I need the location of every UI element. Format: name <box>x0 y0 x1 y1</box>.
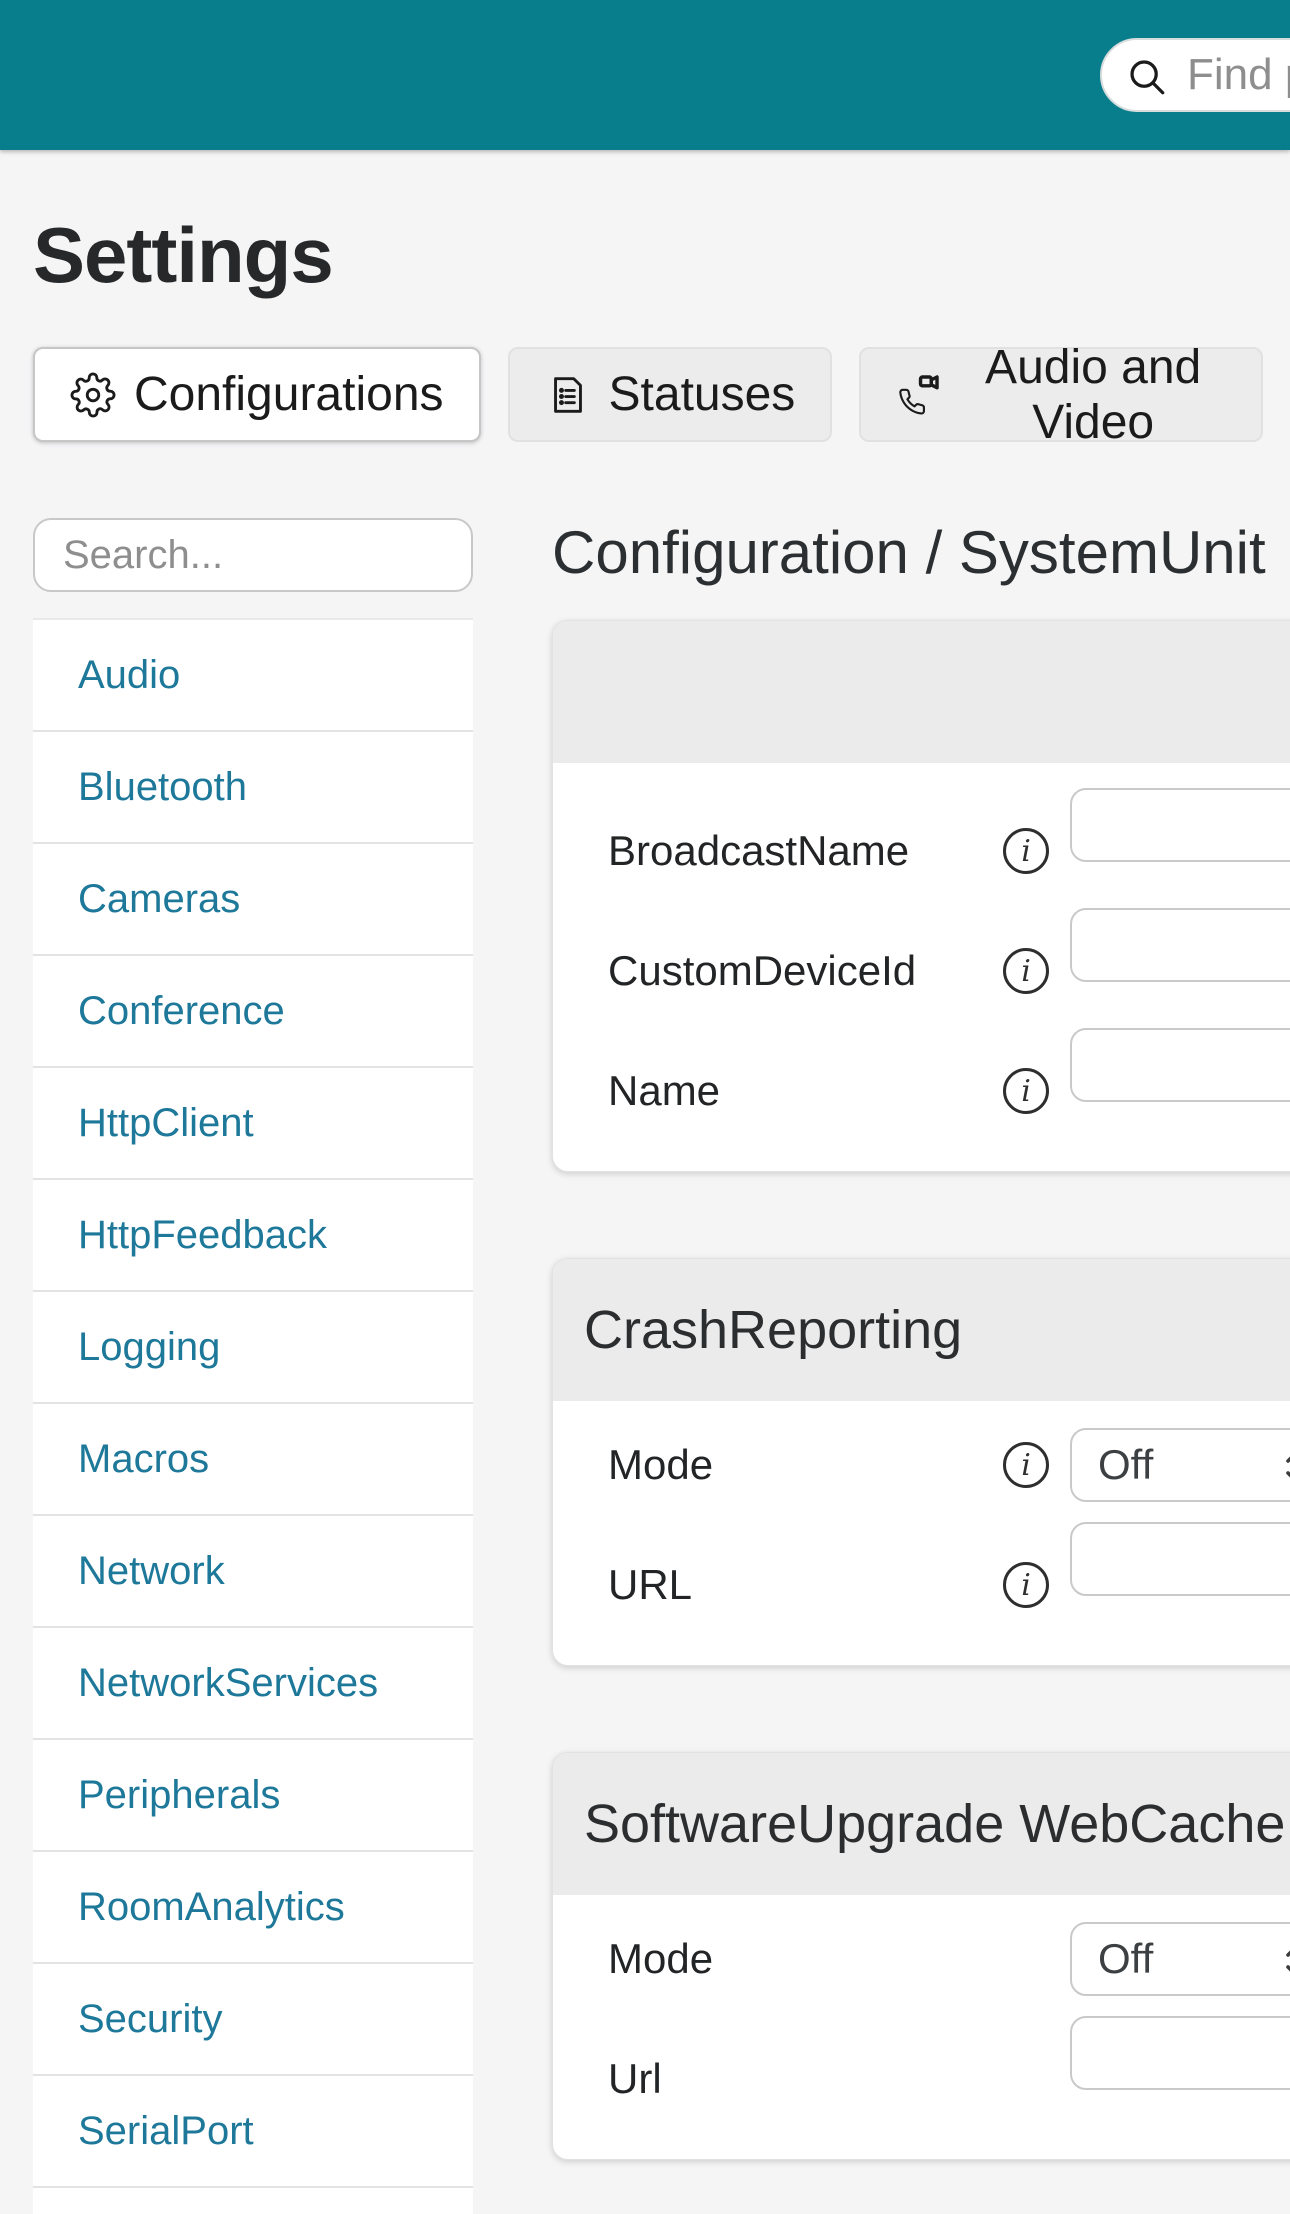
sidebar-search-input[interactable] <box>33 518 473 592</box>
card-title: SoftwareUpgrade WebCache <box>553 1753 1290 1895</box>
broadcastname-input[interactable] <box>1070 788 1290 862</box>
config-main: Configuration / SystemUnit BroadcastName… <box>552 442 1290 2214</box>
sidebar-item-roomanalytics[interactable]: RoomAnalytics <box>33 1852 473 1964</box>
info-icon[interactable]: i <box>1000 825 1052 877</box>
up-down-chevrons-icon <box>1286 1950 1290 1972</box>
info-icon[interactable]: i <box>1000 1559 1052 1611</box>
sidebar-item-httpfeedback[interactable]: HttpFeedback <box>33 1180 473 1292</box>
svg-text:i: i <box>1021 834 1031 869</box>
config-row-mode: Mode i Off <box>608 1405 1290 1525</box>
config-row-customdeviceid: CustomDeviceId i <box>608 908 1290 1031</box>
svg-text:i: i <box>1021 954 1031 989</box>
sidebar-item-conference[interactable]: Conference <box>33 956 473 1068</box>
sidebar-item-peripherals[interactable]: Peripherals <box>33 1740 473 1852</box>
name-input[interactable] <box>1070 1028 1290 1102</box>
setting-label: Mode <box>608 1935 714 1982</box>
tab-label: Audio and Video <box>985 340 1202 449</box>
config-card-softwareupgrade-webcache: SoftwareUpgrade WebCache Mode Off Url <box>552 1752 1290 2160</box>
gear-icon <box>70 371 116 418</box>
svg-text:i: i <box>1021 1074 1031 1109</box>
setting-label: BroadcastName <box>608 827 910 874</box>
config-category-list: Audio Bluetooth Cameras Conference HttpClien… <box>33 618 473 2214</box>
setting-label: Mode <box>608 1441 714 1488</box>
settings-page: Settings Configurations Statuses Audio a… <box>0 212 1290 2214</box>
info-icon[interactable]: i <box>1000 945 1052 997</box>
select-value: Off <box>1098 1441 1154 1488</box>
top-bar <box>0 0 1290 150</box>
sidebar-item-networkservices[interactable]: NetworkServices <box>33 1628 473 1740</box>
setting-label: Name <box>608 1067 721 1114</box>
sidebar-item-cameras[interactable]: Cameras <box>33 844 473 956</box>
sidebar-item-network[interactable]: Network <box>33 1516 473 1628</box>
select-value: Off <box>1098 1935 1154 1982</box>
config-row-name: Name i <box>608 1028 1290 1151</box>
sidebar-item-httpclient[interactable]: HttpClient <box>33 1068 473 1180</box>
card-title: CrashReporting <box>553 1259 1290 1401</box>
tab-label: Configurations <box>134 368 444 421</box>
sidebar-item-serialport[interactable]: SerialPort <box>33 2076 473 2188</box>
mode-select[interactable]: Off <box>1070 1428 1290 1502</box>
config-row-url: URL i <box>608 1522 1290 1645</box>
setting-label: CustomDeviceId <box>608 947 917 994</box>
info-button[interactable]: i <box>998 825 1054 877</box>
tab-bar: Configurations Statuses Audio and Video <box>33 341 1290 449</box>
search-icon <box>1130 60 1165 95</box>
url-input[interactable] <box>1070 2016 1290 2090</box>
tab-label: Statuses <box>608 368 796 421</box>
sidebar-item-macros[interactable]: Macros <box>33 1404 473 1516</box>
svg-text:i: i <box>1021 1568 1031 1603</box>
config-sidebar: AudioBluetoothCamerasConferenceHttpClien… <box>33 442 473 2214</box>
info-icon[interactable]: i <box>1000 1439 1052 1491</box>
setting-label: Url <box>608 2055 662 2102</box>
config-row-mode: Mode Off <box>608 1899 1290 2019</box>
card-body: Mode Off Url <box>553 1895 1290 2159</box>
config-path-heading: Configuration / SystemUnit <box>552 519 1266 586</box>
card-body: BroadcastName i CustomDeviceId i Name i <box>553 763 1290 1171</box>
setting-label: URL <box>608 1561 693 1608</box>
sidebar-item-audio[interactable]: Audio <box>33 620 473 732</box>
sidebar-item-logging[interactable]: Logging <box>33 1292 473 1404</box>
config-row-broadcastname: BroadcastName i <box>608 788 1290 911</box>
card-title <box>553 621 1290 763</box>
url-input[interactable] <box>1070 1522 1290 1596</box>
info-icon[interactable]: i <box>1000 1065 1052 1117</box>
card-body: Mode i Off URL i <box>553 1401 1290 1665</box>
svg-text:i: i <box>1021 1448 1031 1483</box>
config-card-untitled: BroadcastName i CustomDeviceId i Name i <box>552 620 1290 1172</box>
info-button[interactable]: i <box>998 1065 1054 1117</box>
page-title: Settings <box>33 211 334 299</box>
config-cards: BroadcastName i CustomDeviceId i Name i … <box>552 620 1290 2160</box>
phone-video-icon <box>899 374 940 415</box>
document-list-icon <box>553 376 582 413</box>
global-search[interactable] <box>1100 38 1290 112</box>
info-button[interactable]: i <box>998 945 1054 997</box>
sidebar-item-security[interactable]: Security <box>33 1964 473 2076</box>
up-down-chevrons-icon <box>1286 1456 1290 1478</box>
sidebar-item-bluetooth[interactable]: Bluetooth <box>33 732 473 844</box>
sidebar-item-partial <box>33 2188 473 2214</box>
info-button[interactable]: i <box>998 1559 1054 1611</box>
info-button[interactable]: i <box>998 1439 1054 1491</box>
tab-statuses[interactable]: Statuses <box>507 347 833 442</box>
config-card-crashreporting: CrashReporting Mode i Off URL i <box>552 1258 1290 1666</box>
tab-configurations[interactable]: Configurations <box>33 347 481 442</box>
tab-audio-and-video[interactable]: Audio and Video <box>859 341 1263 449</box>
mode-select[interactable]: Off <box>1070 1922 1290 1996</box>
customdeviceid-input[interactable] <box>1070 908 1290 982</box>
config-row-url: Url <box>608 2016 1290 2139</box>
